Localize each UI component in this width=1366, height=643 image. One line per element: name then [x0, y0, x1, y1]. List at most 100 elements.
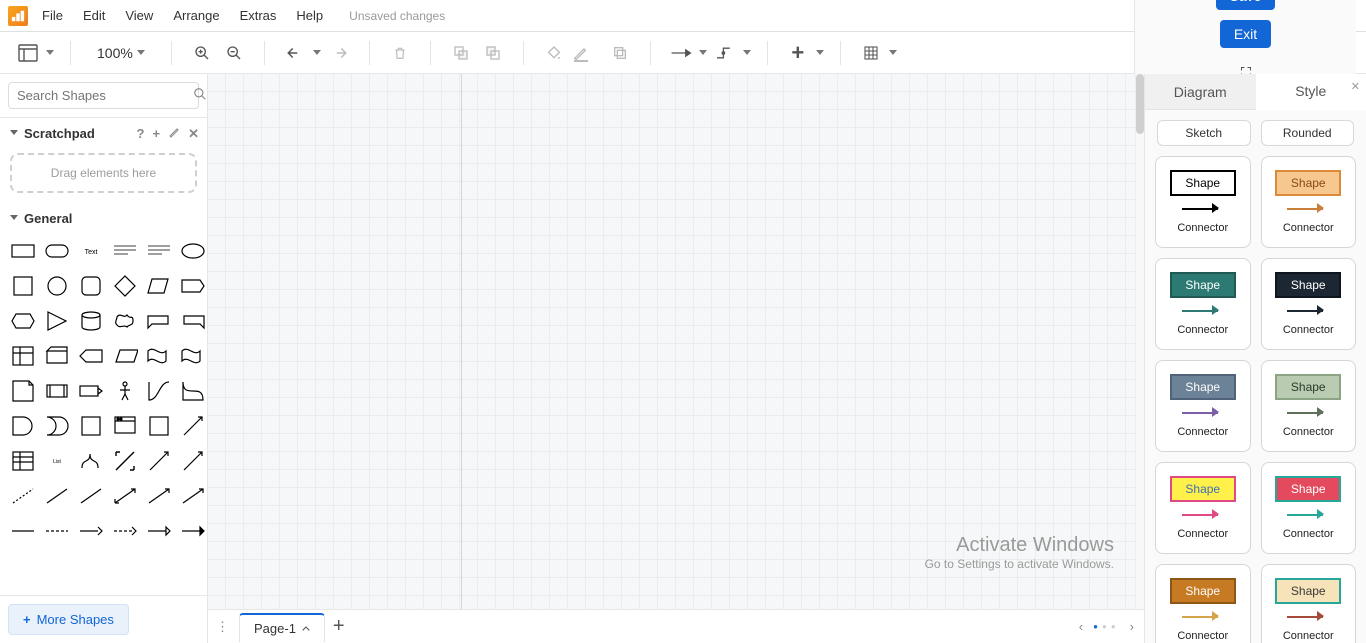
tab-style[interactable]: Style ✕: [1256, 74, 1366, 110]
palette-shape[interactable]: [44, 518, 70, 544]
scratchpad-dropzone[interactable]: Drag elements here: [10, 153, 197, 193]
palette-shape[interactable]: [180, 308, 206, 334]
palette-shape[interactable]: [146, 308, 172, 334]
palette-shape[interactable]: [78, 448, 104, 474]
insert-button[interactable]: +: [784, 39, 812, 67]
waypoint-style-button[interactable]: [711, 39, 739, 67]
menu-arrange[interactable]: Arrange: [163, 4, 229, 27]
palette-shape[interactable]: [146, 343, 172, 369]
to-back-button[interactable]: [479, 39, 507, 67]
palette-shape[interactable]: [78, 518, 104, 544]
page-tab[interactable]: Page-1: [239, 613, 325, 642]
undo-button[interactable]: [281, 39, 309, 67]
palette-shape[interactable]: [44, 273, 70, 299]
chevron-down-icon[interactable]: [816, 50, 824, 59]
palette-shape[interactable]: [44, 413, 70, 439]
menu-help[interactable]: Help: [286, 4, 333, 27]
add-page-button[interactable]: +: [333, 615, 345, 638]
table-button[interactable]: [857, 39, 885, 67]
palette-shape[interactable]: [44, 238, 70, 264]
style-preset[interactable]: ShapeConnector: [1261, 258, 1357, 350]
app-logo[interactable]: [8, 6, 28, 26]
scratchpad-add[interactable]: +: [153, 126, 161, 142]
palette-shape[interactable]: [146, 518, 172, 544]
style-preset[interactable]: ShapeConnector: [1155, 360, 1251, 452]
palette-shape[interactable]: [112, 273, 138, 299]
style-preset[interactable]: ShapeConnector: [1155, 258, 1251, 350]
save-button[interactable]: Save: [1216, 0, 1276, 10]
palette-shape[interactable]: [146, 413, 172, 439]
chevron-down-icon[interactable]: [889, 50, 897, 59]
style-preset[interactable]: ShapeConnector: [1155, 156, 1251, 248]
general-header[interactable]: General: [0, 203, 207, 234]
zoom-out-button[interactable]: [220, 39, 248, 67]
scratchpad-edit[interactable]: [168, 126, 180, 142]
palette-shape[interactable]: [78, 378, 104, 404]
menu-edit[interactable]: Edit: [73, 4, 115, 27]
palette-shape[interactable]: [146, 448, 172, 474]
palette-shape[interactable]: [44, 483, 70, 509]
pages-menu[interactable]: ⋮: [216, 619, 231, 635]
palette-shape[interactable]: [78, 273, 104, 299]
palette-shape[interactable]: [112, 308, 138, 334]
chevron-down-icon[interactable]: [699, 50, 707, 59]
rounded-toggle[interactable]: Rounded: [1261, 120, 1355, 146]
more-shapes-button[interactable]: + More Shapes: [8, 604, 129, 635]
close-icon[interactable]: ✕: [1351, 80, 1360, 93]
palette-shape[interactable]: [180, 413, 206, 439]
palette-shape[interactable]: [146, 273, 172, 299]
chevron-down-icon[interactable]: [743, 50, 751, 59]
scratchpad-help[interactable]: ?: [137, 126, 145, 142]
palette-shape[interactable]: [78, 483, 104, 509]
palette-shape[interactable]: [146, 483, 172, 509]
palette-shape[interactable]: [180, 448, 206, 474]
pager-prev[interactable]: ‹: [1079, 619, 1083, 634]
menu-extras[interactable]: Extras: [230, 4, 287, 27]
zoom-dropdown[interactable]: 100%: [87, 41, 155, 65]
palette-shape[interactable]: [10, 448, 36, 474]
palette-shape[interactable]: [10, 413, 36, 439]
line-color-button[interactable]: [572, 39, 602, 67]
palette-shape[interactable]: [10, 308, 36, 334]
search-input[interactable]: [17, 88, 193, 103]
style-preset[interactable]: ShapeConnector: [1261, 564, 1357, 643]
chevron-down-icon[interactable]: [313, 50, 321, 59]
palette-shape[interactable]: [180, 238, 206, 264]
style-preset[interactable]: ShapeConnector: [1261, 360, 1357, 452]
search-icon[interactable]: [193, 87, 207, 104]
sidebar-layout-button[interactable]: [14, 39, 42, 67]
scratchpad-header[interactable]: Scratchpad ? + ✕: [0, 118, 207, 149]
palette-shape[interactable]: [180, 343, 206, 369]
palette-shape[interactable]: [10, 238, 36, 264]
palette-shape[interactable]: [112, 413, 138, 439]
chevron-down-icon[interactable]: [46, 50, 54, 59]
palette-shape[interactable]: [112, 518, 138, 544]
palette-shape[interactable]: [78, 413, 104, 439]
menu-view[interactable]: View: [115, 4, 163, 27]
palette-shape[interactable]: [44, 343, 70, 369]
palette-shape[interactable]: List: [44, 448, 70, 474]
shadow-button[interactable]: [606, 39, 634, 67]
palette-shape[interactable]: [180, 378, 206, 404]
palette-shape[interactable]: [78, 308, 104, 334]
palette-shape[interactable]: [10, 483, 36, 509]
palette-shape[interactable]: [112, 343, 138, 369]
palette-shape[interactable]: [10, 273, 36, 299]
palette-shape[interactable]: [180, 483, 206, 509]
style-preset[interactable]: ShapeConnector: [1261, 462, 1357, 554]
palette-shape[interactable]: [10, 518, 36, 544]
palette-shape[interactable]: [44, 378, 70, 404]
palette-shape[interactable]: [10, 343, 36, 369]
style-preset[interactable]: ShapeConnector: [1155, 462, 1251, 554]
connection-style-button[interactable]: [667, 39, 695, 67]
palette-shape[interactable]: Text: [78, 238, 104, 264]
to-front-button[interactable]: [447, 39, 475, 67]
sketch-toggle[interactable]: Sketch: [1157, 120, 1251, 146]
palette-shape[interactable]: [112, 448, 138, 474]
exit-button[interactable]: Exit: [1220, 20, 1271, 48]
pager-next[interactable]: ›: [1130, 619, 1134, 634]
palette-shape[interactable]: [112, 378, 138, 404]
palette-shape[interactable]: [146, 378, 172, 404]
palette-shape[interactable]: [78, 343, 104, 369]
fill-color-button[interactable]: [540, 39, 568, 67]
